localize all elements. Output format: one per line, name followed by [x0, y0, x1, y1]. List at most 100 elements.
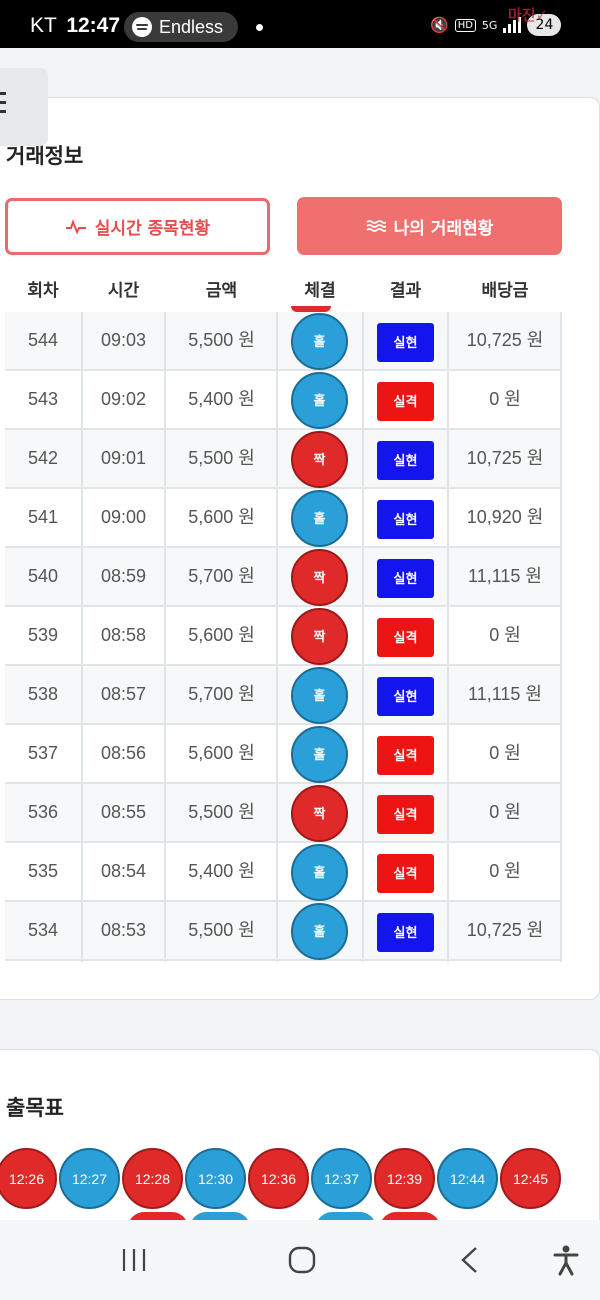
- pick-ball: 홀: [291, 372, 348, 429]
- home-button[interactable]: [278, 1238, 326, 1282]
- accessibility-icon: [553, 1245, 579, 1276]
- cell-amount: 5,600 원: [188, 625, 255, 645]
- mute-icon: 🔇: [430, 16, 449, 34]
- col-header-round: 회차: [27, 281, 59, 301]
- table-row: 542 09:01 5,500 원 짝 실현 10,725 원: [5, 430, 562, 489]
- cell-payout: 11,115 원: [468, 566, 542, 586]
- result-chip: 12:28: [122, 1148, 183, 1209]
- cell-amount: 5,600 원: [188, 743, 255, 763]
- cell-round: 543: [27, 389, 59, 409]
- cell-result: 실격: [363, 725, 448, 782]
- column-divider: [362, 312, 364, 962]
- table-row: 534 08:53 5,500 원 홀 실현 10,725 원: [5, 902, 562, 961]
- cell-amount: 5,500 원: [188, 448, 255, 468]
- cell-payout: 0 원: [489, 389, 521, 409]
- col-header-pick: 체결: [304, 281, 336, 301]
- result-badge: 실현: [377, 441, 434, 480]
- cell-result: 실현: [363, 489, 448, 546]
- cell-amount: 5,700 원: [188, 684, 255, 704]
- cell-payout: 11,115 원: [468, 684, 542, 704]
- cell-pick: 홀: [277, 489, 363, 547]
- result-badge: 실현: [377, 559, 434, 598]
- pick-ball: 홀: [291, 313, 348, 370]
- result-badge: 실현: [377, 677, 434, 716]
- cell-amount: 5,500 원: [188, 802, 255, 822]
- cell-pick: 홀: [277, 666, 363, 724]
- pulse-icon: [65, 218, 87, 235]
- result-chip: 12:39: [374, 1148, 435, 1209]
- cell-result: 실격: [363, 784, 448, 841]
- cell-amount: 5,500 원: [188, 330, 255, 350]
- cell-round: 539: [27, 625, 59, 645]
- cell-result: 실격: [363, 371, 448, 428]
- cell-pick: 짝: [277, 430, 363, 488]
- cell-result: 실격: [363, 607, 448, 664]
- table-row: 544 09:03 5,500 원 홀 실현 10,725 원: [5, 312, 562, 371]
- accessibility-button[interactable]: [542, 1238, 590, 1282]
- cell-time: 09:01: [100, 448, 147, 468]
- pick-ball: 짝: [291, 785, 348, 842]
- column-divider: [164, 312, 166, 962]
- table-row: 539 08:58 5,600 원 짝 실격 0 원: [5, 607, 562, 666]
- result-chip: 12:37: [311, 1148, 372, 1209]
- cell-payout: 0 원: [489, 743, 521, 763]
- cell-payout: 0 원: [489, 625, 521, 645]
- hd-icon: HD: [454, 18, 476, 32]
- partial-ball-top: [291, 306, 331, 312]
- now-playing-title: Endless: [159, 16, 224, 37]
- pick-ball: 짝: [291, 608, 348, 665]
- result-chip: 12:45: [500, 1148, 561, 1209]
- cell-time: 08:54: [100, 861, 147, 881]
- pick-ball: 홀: [291, 667, 348, 724]
- column-divider: [276, 312, 278, 962]
- table-row: 543 09:02 5,400 원 홀 실격 0 원: [5, 371, 562, 430]
- cell-time: 09:02: [100, 389, 147, 409]
- cell-time: 08:56: [100, 743, 147, 763]
- cell-round: 542: [27, 448, 59, 468]
- column-divider: [447, 312, 449, 962]
- spotify-icon: [132, 17, 152, 37]
- cell-round: 534: [27, 920, 59, 940]
- cell-time: 08:57: [100, 684, 147, 704]
- my-trades-button[interactable]: 나의 거래현황: [297, 197, 562, 255]
- now-playing-pill[interactable]: Endless: [124, 12, 238, 42]
- realtime-status-button[interactable]: 실시간 종목현황: [5, 198, 270, 255]
- cell-amount: 5,600 원: [188, 507, 255, 527]
- status-bar: KT 12:47 Endless 🔇 HD 5G 24 마진✓: [0, 0, 600, 48]
- cell-time: 08:59: [100, 566, 147, 586]
- cell-result: 실현: [363, 430, 448, 487]
- carrier-label: KT: [30, 14, 57, 37]
- back-button[interactable]: [446, 1238, 494, 1282]
- notification-dot-icon: [256, 24, 263, 31]
- cell-round: 537: [27, 743, 59, 763]
- cell-pick: 홀: [277, 312, 363, 370]
- cell-amount: 5,500 원: [188, 920, 255, 940]
- cell-payout: 10,725 원: [466, 920, 544, 940]
- table-row: 535 08:54 5,400 원 홀 실격 0 원: [5, 843, 562, 902]
- pick-ball: 짝: [291, 549, 348, 606]
- result-chip: 12:26: [0, 1148, 57, 1209]
- recents-button[interactable]: [110, 1238, 158, 1282]
- result-chip: 12:44: [437, 1148, 498, 1209]
- result-chart-title: 출목표: [6, 1096, 64, 1120]
- cell-payout: 10,725 원: [466, 330, 544, 350]
- table-row: 540 08:59 5,700 원 짝 실현 11,115 원: [5, 548, 562, 607]
- cell-round: 538: [27, 684, 59, 704]
- menu-toggle-button[interactable]: [0, 68, 48, 146]
- cell-result: 실격: [363, 843, 448, 900]
- my-trades-label: 나의 거래현황: [393, 218, 494, 239]
- cell-amount: 5,700 원: [188, 566, 255, 586]
- cell-result: 실현: [363, 548, 448, 605]
- cell-result: 실현: [363, 312, 448, 369]
- result-chip: 12:30: [185, 1148, 246, 1209]
- cell-pick: 홀: [277, 902, 363, 960]
- cell-pick: 짝: [277, 607, 363, 665]
- column-divider: [560, 312, 562, 962]
- cell-round: 535: [27, 861, 59, 881]
- col-header-amount: 금액: [205, 281, 238, 301]
- pick-ball: 홀: [291, 903, 348, 960]
- pick-ball: 홀: [291, 844, 348, 901]
- cell-pick: 홀: [277, 843, 363, 901]
- cell-payout: 10,725 원: [466, 448, 544, 468]
- hamburger-icon-line: [0, 101, 6, 104]
